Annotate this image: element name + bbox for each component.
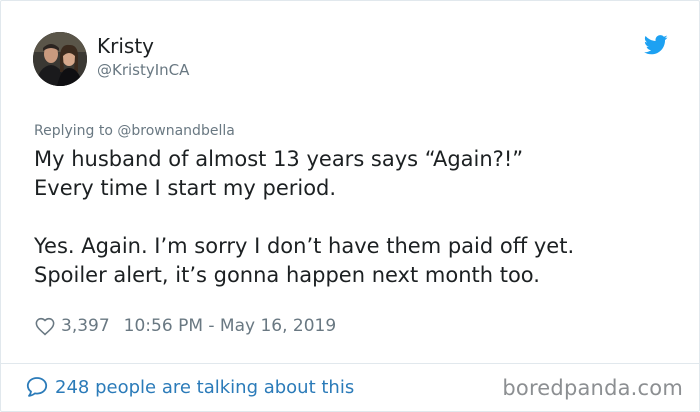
conversation-link[interactable]: 248 people are talking about this — [25, 374, 354, 400]
tweet-text: My husband of almost 13 years says “Agai… — [34, 145, 684, 290]
avatar[interactable] — [33, 32, 87, 86]
tweet-meta: 3,397 10:56 PM - May 16, 2019 — [34, 314, 336, 338]
twitter-bird-icon[interactable] — [643, 34, 668, 56]
author-name[interactable]: Kristy — [97, 34, 154, 58]
replying-to[interactable]: Replying to @brownandbella — [34, 121, 235, 141]
speech-bubble-icon — [26, 377, 48, 397]
avatar-photo — [33, 32, 87, 86]
tweet-line: Every time I start my period. — [34, 176, 337, 200]
divider — [1, 363, 699, 364]
tweet-line: My husband of almost 13 years says “Agai… — [34, 147, 524, 171]
watermark-text: boredpanda.com — [502, 376, 683, 400]
tweet-card: Kristy @KristyInCA Replying to @brownand… — [0, 0, 700, 412]
conversation-label: 248 people are talking about this — [55, 376, 355, 398]
heart-icon[interactable] — [34, 315, 56, 337]
like-count[interactable]: 3,397 — [61, 316, 110, 336]
timestamp[interactable]: 10:56 PM - May 16, 2019 — [124, 316, 337, 336]
tweet-line: Spoiler alert, it’s gonna happen next mo… — [34, 263, 540, 287]
tweet-line: Yes. Again. I’m sorry I don’t have them … — [34, 234, 575, 258]
author-handle[interactable]: @KristyInCA — [97, 60, 189, 80]
